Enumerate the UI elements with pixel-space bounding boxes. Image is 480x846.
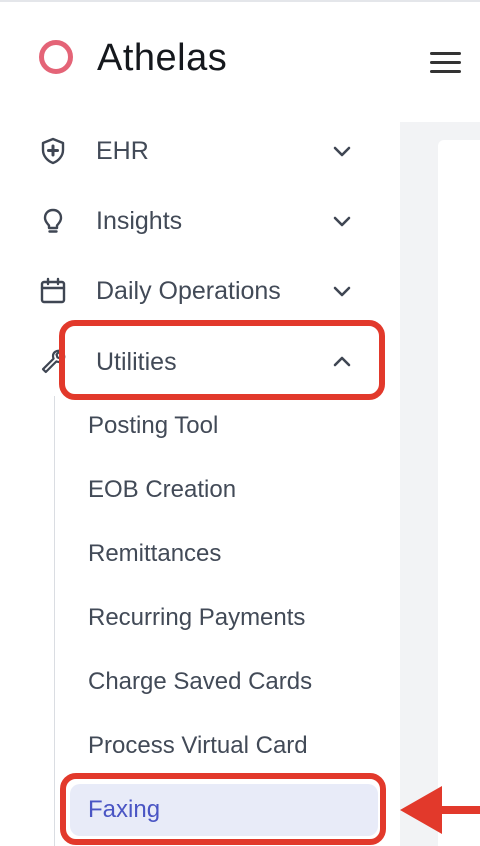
submenu-item-charge-saved-cards[interactable]: Charge Saved Cards [70, 657, 380, 707]
athelas-logo-icon [39, 40, 73, 74]
submenu-item-eob-creation[interactable]: EOB Creation [70, 465, 380, 515]
submenu-item-label: Charge Saved Cards [88, 668, 313, 695]
submenu-item-label: Process Virtual Card [88, 732, 308, 759]
chevron-down-icon [333, 146, 351, 157]
sidebar-item-label: EHR [96, 137, 149, 165]
submenu-item-faxing[interactable]: Faxing [70, 784, 378, 836]
submenu-item-posting-tool[interactable]: Posting Tool [70, 401, 380, 451]
submenu-item-label: Faxing [88, 796, 161, 823]
submenu-item-recurring-payments[interactable]: Recurring Payments [70, 593, 380, 643]
lightbulb-icon [43, 208, 63, 233]
sidebar-item-daily-operations[interactable]: Daily Operations [0, 263, 380, 319]
calendar-icon [40, 277, 66, 304]
top-border [0, 0, 480, 2]
submenu-item-process-virtual-card[interactable]: Process Virtual Card [70, 721, 380, 771]
chevron-up-icon [333, 356, 351, 367]
chevron-down-icon [333, 216, 351, 227]
sidebar-item-ehr[interactable]: EHR [0, 123, 380, 179]
sidebar-item-utilities[interactable]: Utilities [0, 334, 380, 390]
sidebar-item-label: Utilities [96, 348, 177, 376]
submenu-item-label: EOB Creation [88, 476, 237, 503]
submenu-item-remittances[interactable]: Remittances [70, 529, 380, 579]
sidebar-item-label: Daily Operations [96, 277, 281, 305]
annotation-arrow-icon [400, 786, 480, 834]
submenu-item-label: Remittances [88, 540, 222, 567]
sidebar-item-label: Insights [96, 207, 183, 235]
shield-plus-icon [41, 137, 65, 165]
submenu-item-label: Posting Tool [88, 412, 219, 439]
wrench-icon [41, 349, 66, 374]
content-card [438, 140, 480, 846]
chevron-down-icon [333, 286, 351, 297]
hamburger-menu-icon[interactable] [430, 52, 462, 74]
submenu-item-label: Recurring Payments [88, 604, 306, 631]
sidebar-item-insights[interactable]: Insights [0, 193, 380, 249]
submenu-tree-line [54, 396, 55, 846]
brand-name: Athelas [97, 37, 228, 79]
